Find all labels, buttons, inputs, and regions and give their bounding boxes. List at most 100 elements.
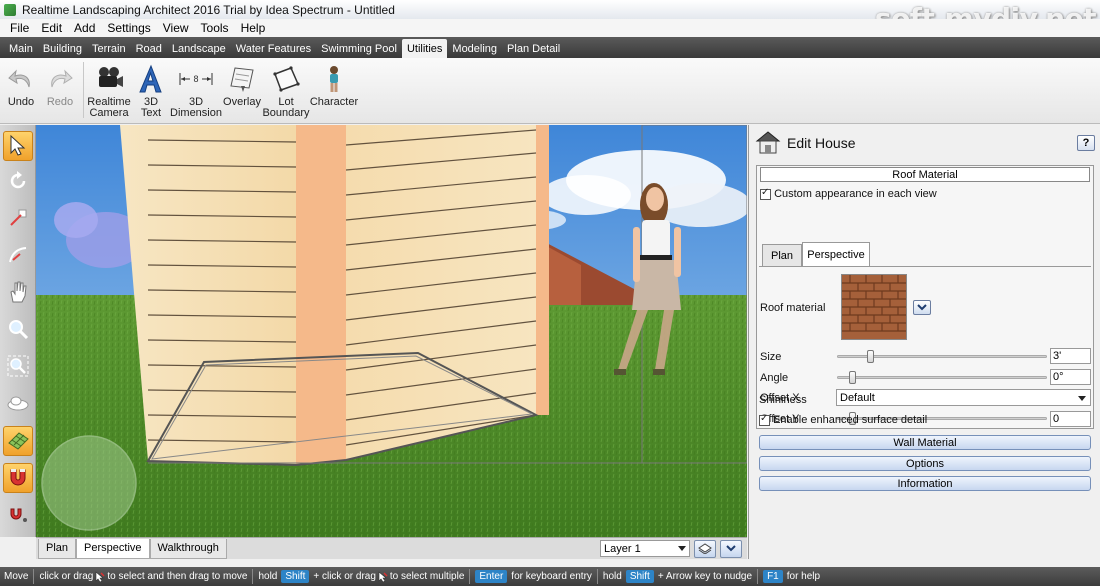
options-button[interactable]: Options: [759, 456, 1091, 471]
resize-tool[interactable]: [3, 204, 33, 234]
undo-button[interactable]: Undo: [2, 58, 40, 122]
layer-select[interactable]: Layer 1: [600, 540, 690, 557]
angle-field[interactable]: 0°: [1050, 369, 1091, 385]
status-hint-hold-2: hold: [602, 571, 622, 582]
view-tabs: Plan Perspective Walkthrough Layer 1: [36, 537, 747, 559]
roof-material-dropdown-button[interactable]: [913, 300, 931, 315]
roof-material-label: Roof material: [760, 302, 826, 314]
3d-viewport[interactable]: [36, 125, 747, 537]
pan-tool[interactable]: [3, 278, 33, 308]
tab-swimming-pool[interactable]: Swimming Pool: [316, 39, 402, 58]
roof-material-header[interactable]: Roof Material: [760, 167, 1090, 182]
overlay-label: Overlay: [223, 96, 261, 108]
redo-button[interactable]: Redo: [40, 58, 80, 122]
toolbar: Undo Redo Realtime Camera 3D Text 8 3D D…: [0, 58, 1100, 124]
scene-render[interactable]: [36, 125, 747, 537]
status-bar: Move click or drag to select and then dr…: [0, 567, 1100, 586]
layers-dropdown-button[interactable]: [720, 540, 742, 558]
rotate-icon: [7, 170, 29, 195]
layers-button[interactable]: [694, 540, 716, 558]
tab-terrain[interactable]: Terrain: [87, 39, 131, 58]
status-hint-move: to select and then drag to move: [107, 571, 248, 582]
chevron-down-icon: [678, 546, 686, 551]
size-slider[interactable]: [837, 350, 1047, 363]
arc-tool[interactable]: [3, 241, 33, 271]
enhanced-detail-row[interactable]: Enable enhanced surface detail: [759, 413, 927, 426]
tab-utilities[interactable]: Utilities: [401, 39, 448, 58]
wall-material-button[interactable]: Wall Material: [759, 435, 1091, 450]
panel-title: Edit House: [787, 135, 856, 151]
information-button[interactable]: Information: [759, 476, 1091, 491]
dimension-icon: 8: [178, 64, 214, 94]
tab-building[interactable]: Building: [38, 39, 87, 58]
menu-bar: File Edit Add Settings View Tools Help: [0, 19, 1100, 37]
offset-y-field[interactable]: 0: [1050, 411, 1091, 427]
shift-key-badge: Shift: [281, 570, 310, 583]
zoom-tool[interactable]: [3, 315, 33, 345]
menu-add[interactable]: Add: [68, 21, 101, 35]
realtime-camera-button[interactable]: Realtime Camera: [87, 58, 131, 122]
magnet-tool[interactable]: [3, 463, 33, 493]
menu-view[interactable]: View: [157, 21, 195, 35]
status-divider: [33, 569, 35, 584]
view-tab-walkthrough[interactable]: Walkthrough: [149, 538, 227, 559]
angle-slider-thumb[interactable]: [849, 371, 856, 384]
grid-snap-icon: [7, 429, 29, 454]
angle-slider[interactable]: [837, 371, 1047, 384]
tab-plan-detail[interactable]: Plan Detail: [502, 39, 565, 58]
3d-text-label-2: Text: [140, 107, 162, 119]
zoom-extents-tool[interactable]: [3, 352, 33, 382]
view-tab-plan[interactable]: Plan: [38, 538, 77, 559]
custom-appearance-label: Custom appearance in each view: [774, 188, 937, 200]
size-label: Size: [760, 351, 782, 363]
menu-file[interactable]: File: [4, 21, 35, 35]
character-icon: [319, 64, 349, 94]
tab-modeling[interactable]: Modeling: [447, 39, 502, 58]
lot-boundary-button[interactable]: Lot Boundary: [262, 58, 310, 122]
magnet-small-tool[interactable]: [3, 500, 33, 530]
tab-water-features[interactable]: Water Features: [231, 39, 316, 58]
tab-road[interactable]: Road: [131, 39, 167, 58]
panel-header: Edit House ?: [749, 125, 1100, 161]
left-toolbar: [0, 125, 36, 537]
menu-edit[interactable]: Edit: [35, 21, 68, 35]
custom-appearance-row[interactable]: Custom appearance in each view: [760, 187, 937, 200]
custom-appearance-checkbox[interactable]: [760, 187, 771, 200]
shininess-select[interactable]: Default: [836, 389, 1091, 406]
tab-landscape[interactable]: Landscape: [167, 39, 231, 58]
status-hint-multiple: to select multiple: [389, 571, 465, 582]
tab-main[interactable]: Main: [4, 39, 38, 58]
overlay-icon: [227, 64, 257, 94]
shininess-label: Shininess: [759, 394, 807, 406]
select-tool[interactable]: [3, 131, 33, 161]
character-button[interactable]: Character: [309, 58, 359, 122]
status-divider: [469, 569, 471, 584]
enhanced-detail-checkbox[interactable]: [759, 413, 770, 426]
grid-snap-tool[interactable]: [3, 426, 33, 456]
status-hint-nudge: + Arrow key to nudge: [657, 571, 753, 582]
menu-tools[interactable]: Tools: [195, 21, 235, 35]
arc-icon: [7, 244, 29, 269]
menu-settings[interactable]: Settings: [101, 21, 156, 35]
size-field[interactable]: 3': [1050, 348, 1091, 364]
shininess-value: Default: [840, 391, 875, 404]
status-hint-hold: hold: [258, 571, 278, 582]
f1-key-badge: F1: [763, 570, 783, 583]
3d-text-button[interactable]: 3D Text: [131, 58, 171, 122]
layers-icon: [697, 542, 713, 557]
3d-dimension-button[interactable]: 8 3D Dimension: [170, 58, 222, 122]
subtab-perspective[interactable]: Perspective: [802, 242, 870, 266]
enter-key-badge: Enter: [475, 570, 508, 583]
status-hint-plus-click: + click or drag: [313, 571, 376, 582]
help-button[interactable]: ?: [1077, 135, 1095, 151]
orbit-tool[interactable]: [3, 389, 33, 419]
rotate-tool[interactable]: [3, 167, 33, 197]
roof-material-swatch[interactable]: [841, 274, 907, 340]
view-tab-perspective[interactable]: Perspective: [76, 538, 150, 559]
overlay-button[interactable]: Overlay: [221, 58, 263, 122]
3d-text-icon: [136, 64, 166, 94]
menu-help[interactable]: Help: [235, 21, 272, 35]
size-slider-thumb[interactable]: [867, 350, 874, 363]
subtab-plan[interactable]: Plan: [762, 244, 802, 266]
magnet-small-icon: [7, 503, 29, 528]
